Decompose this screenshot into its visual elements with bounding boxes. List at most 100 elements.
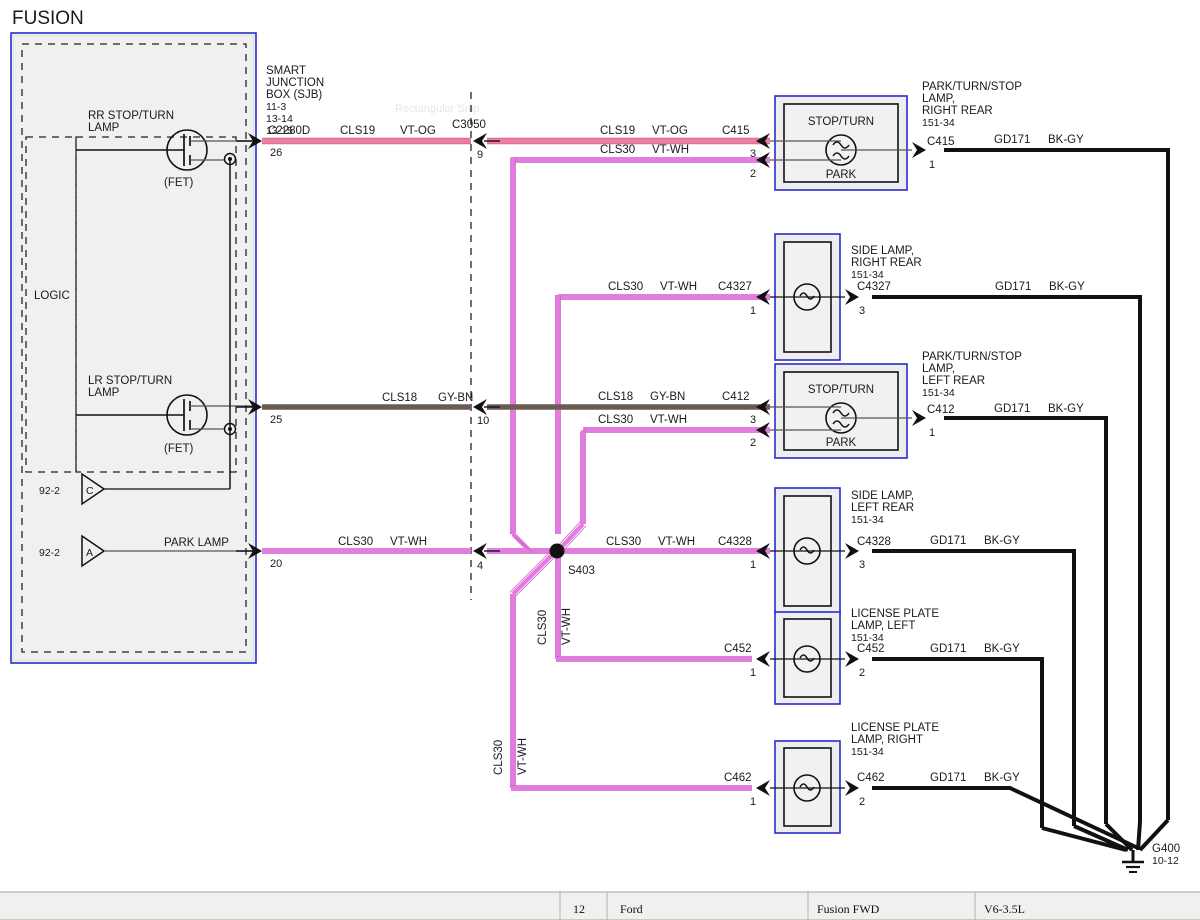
vlabel-vtwh-b: VT-WH: [517, 738, 529, 775]
watermark-label: Rectangular Snip: [395, 103, 479, 115]
color-cls18-left: GY-BN: [438, 392, 473, 404]
fet-label-lr: (FET): [164, 443, 194, 455]
color-cls30-c415: VT-WH: [652, 144, 689, 156]
gnd-circuit-lamp1: GD171: [994, 134, 1030, 146]
smart-junction-box-module: LOGIC: [11, 33, 256, 663]
splice-s403-node: [550, 544, 565, 559]
circuit-cls30-c415: CLS30: [600, 144, 635, 156]
lamp2-gnd-connector: C4327: [857, 281, 891, 293]
gnd-circuit-lamp4: GD171: [930, 535, 966, 547]
pin-c415-2: 2: [750, 168, 756, 180]
lamp4-name-1: LEFT REAR: [851, 502, 914, 514]
sjb-ref-1: 13-14: [266, 113, 293, 125]
color-cls19-left: VT-OG: [400, 125, 436, 137]
vlabel-cls30-a: CLS30: [537, 610, 549, 645]
splice-s403-label: S403: [568, 565, 595, 577]
lamp4-ref: 151-34: [851, 514, 884, 526]
lamp4-gnd-connector: C4328: [857, 536, 891, 548]
wire-cls30-trunk-a: [511, 158, 516, 534]
lamp-park-turn-stop-left-rear: STOP/TURN PARK PARK/TURN/STOP LAMP, LEFT…: [756, 351, 1022, 458]
gnd-circuit-lamp5: GD171: [930, 643, 966, 655]
gnd-color-lamp5: BK-GY: [984, 643, 1020, 655]
label-c3050: C3050: [452, 119, 486, 131]
connector-c415-feed: C415: [722, 125, 750, 137]
connector-c4328-feed: C4328: [718, 536, 752, 548]
lamp5-feed-pin: 1: [750, 667, 756, 679]
arrow-c3050-9: [473, 133, 500, 149]
gnd-color-lamp4: BK-GY: [984, 535, 1020, 547]
lamp6-feed-pin: 1: [750, 796, 756, 808]
wiring-diagram-canvas: FUSION Rectangular Snip LOGIC SMART JUNC…: [0, 0, 1200, 920]
pin-c2280d-25: 25: [270, 414, 282, 426]
pin-c4327-1: 1: [750, 305, 756, 317]
rr-stop-turn-label-0: RR STOP/TURN: [88, 110, 174, 122]
lamp4-name-0: SIDE LAMP,: [851, 490, 914, 502]
lamp2-ref: 151-34: [851, 269, 884, 281]
label-c2280d: C2280D: [268, 125, 310, 137]
color-cls19-right: VT-OG: [652, 125, 688, 137]
wire-cls30-park-lamp-row: [262, 549, 770, 554]
footer-page: 12: [573, 902, 585, 916]
sjb-name-line-2: BOX (SJB): [266, 89, 322, 101]
lamp1-name-0: PARK/TURN/STOP: [922, 81, 1022, 93]
lamp2-gnd-pin: 3: [859, 305, 865, 317]
lamp5-gnd-connector: C452: [857, 643, 885, 655]
lamp3-gnd-connector: C412: [927, 404, 955, 416]
lamp6-ref: 151-34: [851, 746, 884, 758]
lamp1-inner-top: STOP/TURN: [808, 116, 874, 128]
circuit-cls18-left: CLS18: [382, 392, 417, 404]
lamp1-gnd-connector: C415: [927, 136, 955, 148]
wire-cls30-to-c415: [511, 158, 770, 163]
park-lamp-label: PARK LAMP: [164, 537, 229, 549]
lamp4-gnd-pin: 3: [859, 559, 865, 571]
arrow-c3050-10: [473, 399, 500, 415]
vlabel-cls30-b: CLS30: [493, 740, 505, 775]
lamp3-name-1: LAMP,: [922, 363, 955, 375]
wire-cls30-to-c412: [555, 428, 770, 553]
gnd-circuit-lamp2: GD171: [995, 281, 1031, 293]
fet-label-rr: (FET): [164, 177, 194, 189]
lamp3-inner-bottom: PARK: [826, 437, 857, 449]
footer-bar: 12 Ford Fusion FWD V6-3.5L: [0, 892, 1200, 920]
lamp3-name-0: PARK/TURN/STOP: [922, 351, 1022, 363]
circuit-cls30-c4327: CLS30: [608, 281, 643, 293]
lamp3-ref: 151-34: [922, 387, 955, 399]
lamp6-name-1: LAMP, RIGHT: [851, 734, 923, 746]
lamp-park-turn-stop-right-rear: STOP/TURN PARK PARK/TURN/STOP LAMP, RIGH…: [756, 81, 1022, 190]
rr-stop-turn-label-1: LAMP: [88, 122, 120, 134]
color-cls30-c412: VT-WH: [650, 414, 687, 426]
pin-92-2-c: C: [86, 485, 94, 497]
color-cls30-c4327: VT-WH: [660, 281, 697, 293]
wire-cls19-vt-og: [262, 138, 770, 144]
gnd-circuit-lamp3: GD171: [994, 403, 1030, 415]
wiring-diagram-page: FUSION Rectangular Snip LOGIC SMART JUNC…: [0, 0, 1200, 920]
connector-c412-feed: C412: [722, 391, 750, 403]
lamp3-inner-top: STOP/TURN: [808, 384, 874, 396]
circuit-cls18-right: CLS18: [598, 391, 633, 403]
lamp2-name-1: RIGHT REAR: [851, 257, 922, 269]
footer-engine: V6-3.5L: [984, 902, 1025, 916]
pin-c3050-10: 10: [477, 415, 489, 427]
lamp2-name-0: SIDE LAMP,: [851, 245, 914, 257]
ground-name-g400: G400: [1152, 843, 1180, 855]
circuit-cls30-left: CLS30: [338, 536, 373, 548]
lamp1-gnd-pin: 1: [929, 159, 935, 171]
page-title: FUSION: [12, 8, 84, 29]
circuit-cls19-right: CLS19: [600, 125, 635, 137]
lamp6-gnd-pin: 2: [859, 796, 865, 808]
footer-make: Ford: [620, 902, 643, 916]
lamp6-gnd-connector: C462: [857, 772, 885, 784]
splice-branches: [510, 532, 752, 790]
wire-cls30-trunk-b: [556, 295, 561, 534]
lr-stop-turn-label-0: LR STOP/TURN: [88, 375, 172, 387]
pin-92-2-a: A: [86, 547, 93, 559]
gnd-color-lamp1: BK-GY: [1048, 134, 1084, 146]
lamp6-feed-connector: C462: [724, 772, 752, 784]
pin-c412-2: 2: [750, 437, 756, 449]
lamp1-ref: 151-34: [922, 117, 955, 129]
lamp3-gnd-pin: 1: [929, 427, 935, 439]
lamp1-inner-bottom: PARK: [826, 169, 857, 181]
footer-model: Fusion FWD: [817, 902, 880, 916]
lamp-license-plate-left: LICENSE PLATE LAMP, LEFT 151-34 C452 1 C…: [724, 608, 939, 704]
pin-c4328-1: 1: [750, 559, 756, 571]
